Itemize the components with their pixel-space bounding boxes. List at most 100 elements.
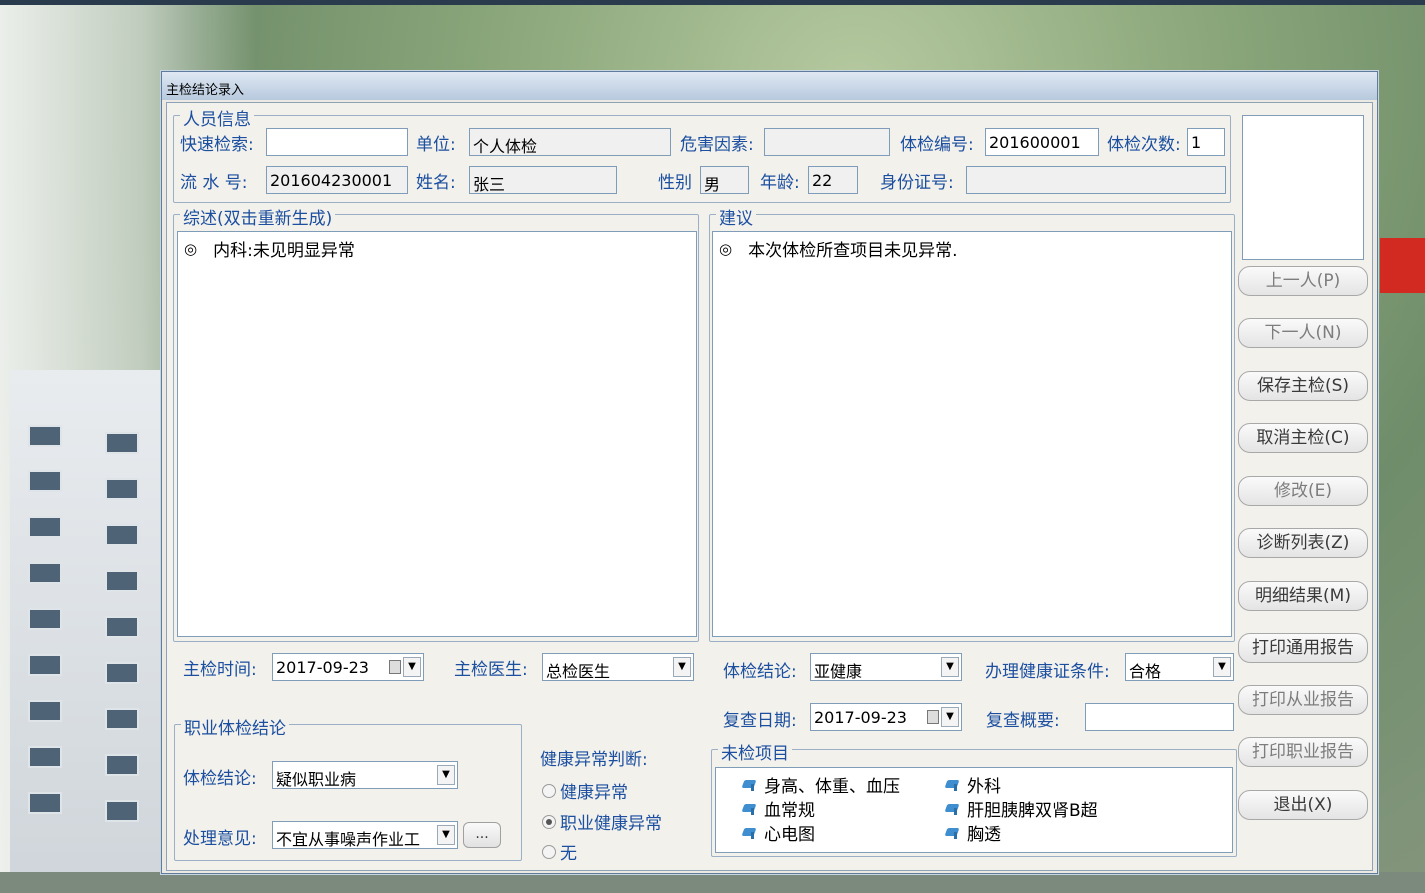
id-field[interactable] bbox=[966, 166, 1226, 194]
pending-item-label: 胸透 bbox=[967, 825, 1001, 845]
person-pointer-icon bbox=[742, 778, 760, 792]
opinion-select[interactable]: 不宜从事噪声作业工 ▼ bbox=[272, 821, 458, 849]
background-window bbox=[28, 608, 62, 630]
serial-field[interactable]: 201604230001 bbox=[266, 166, 408, 194]
radio-occupational-abnormal[interactable]: 职业健康异常 bbox=[542, 809, 662, 834]
opinion-value: 不宜从事噪声作业工 bbox=[276, 830, 421, 849]
window-title: 主检结论录入 bbox=[162, 72, 1377, 100]
calendar-icon bbox=[389, 660, 401, 674]
chevron-down-icon[interactable]: ▼ bbox=[941, 657, 959, 677]
conclusion-select[interactable]: 亚健康 ▼ bbox=[810, 653, 962, 681]
conclusion-label: 体检结论: bbox=[723, 662, 797, 682]
exam-time-value: 2017-09-23 bbox=[276, 658, 369, 677]
pending-item[interactable]: 外科 bbox=[945, 772, 1001, 797]
summary-textarea[interactable]: ◎ 内科:未见明显异常 bbox=[177, 231, 697, 637]
doctor-select[interactable]: 总检医生 ▼ bbox=[542, 653, 694, 681]
exam-time-picker[interactable]: 2017-09-23 ▼ bbox=[272, 653, 424, 681]
pending-item-label: 血常规 bbox=[764, 801, 815, 821]
recheck-summary-input[interactable] bbox=[1085, 703, 1234, 731]
recheck-date-picker[interactable]: 2017-09-23 ▼ bbox=[810, 703, 962, 731]
pending-item[interactable]: 血常规 bbox=[742, 796, 815, 821]
health-cert-select[interactable]: 合格 ▼ bbox=[1125, 653, 1234, 681]
advice-title: 建议 bbox=[716, 204, 756, 229]
recheck-date-value: 2017-09-23 bbox=[814, 708, 907, 727]
cancel-exam-button[interactable]: 取消主检(C) bbox=[1238, 423, 1368, 453]
chevron-down-icon[interactable]: ▼ bbox=[437, 825, 455, 845]
window-client-area: 人员信息 快速检索: 单位: 个人体检 危害因素: 体检编号: 20160000… bbox=[166, 102, 1373, 871]
background-window bbox=[28, 516, 62, 538]
chevron-down-icon[interactable]: ▼ bbox=[1213, 657, 1231, 677]
background-building bbox=[10, 370, 160, 890]
name-field[interactable]: 张三 bbox=[469, 166, 617, 194]
background-window bbox=[105, 662, 139, 684]
unit-field[interactable]: 个人体检 bbox=[469, 128, 671, 156]
pending-item[interactable]: 胸透 bbox=[945, 820, 1001, 845]
opinion-label: 处理意见: bbox=[183, 829, 257, 849]
pending-item[interactable]: 肝胆胰脾双肾B超 bbox=[945, 796, 1098, 821]
background-window bbox=[105, 754, 139, 776]
person-pointer-icon bbox=[945, 802, 963, 816]
save-exam-button[interactable]: 保存主检(S) bbox=[1238, 371, 1368, 401]
print-occupational-report-button[interactable]: 打印职业报告 bbox=[1238, 737, 1368, 767]
exam-time-label: 主检时间: bbox=[183, 660, 257, 680]
summary-title: 综述(双击重新生成) bbox=[180, 204, 336, 229]
background-logo-fragment bbox=[1380, 238, 1425, 293]
print-general-report-button[interactable]: 打印通用报告 bbox=[1238, 633, 1368, 663]
occupational-conclusion-select[interactable]: 疑似职业病 ▼ bbox=[272, 761, 458, 789]
age-field[interactable]: 22 bbox=[808, 166, 858, 194]
unit-label: 单位: bbox=[416, 135, 456, 155]
diagnosis-list-button[interactable]: 诊断列表(Z) bbox=[1238, 528, 1368, 558]
radio-none[interactable]: 无 bbox=[542, 839, 577, 864]
prev-person-button[interactable]: 上一人(P) bbox=[1238, 266, 1368, 296]
radio-label: 健康异常 bbox=[560, 783, 628, 803]
edit-button[interactable]: 修改(E) bbox=[1238, 476, 1368, 506]
recheck-summary-label: 复查概要: bbox=[986, 711, 1060, 731]
background-window bbox=[105, 478, 139, 500]
chevron-down-icon[interactable]: ▼ bbox=[437, 765, 455, 785]
exam-count-label: 体检次数: bbox=[1107, 135, 1181, 155]
radio-health-abnormal[interactable]: 健康异常 bbox=[542, 778, 628, 803]
pending-item[interactable]: 身高、体重、血压 bbox=[742, 772, 900, 797]
health-cert-value: 合格 bbox=[1129, 662, 1162, 681]
quick-search-input[interactable] bbox=[266, 128, 408, 156]
person-pointer-icon bbox=[742, 802, 760, 816]
background-window bbox=[105, 524, 139, 546]
recheck-date-label: 复查日期: bbox=[723, 711, 797, 731]
background-window bbox=[105, 800, 139, 822]
chevron-down-icon[interactable]: ▼ bbox=[403, 657, 421, 677]
exam-no-field[interactable]: 201600001 bbox=[985, 128, 1099, 156]
abnormal-label: 健康异常判断: bbox=[540, 750, 648, 770]
pending-items-list[interactable]: 身高、体重、血压 外科 血常规 肝胆胰脾双肾B超 心电图 胸透 bbox=[715, 767, 1233, 853]
radio-circle[interactable] bbox=[542, 844, 556, 859]
background-window bbox=[105, 432, 139, 454]
chevron-down-icon[interactable]: ▼ bbox=[673, 657, 691, 677]
top-strip bbox=[0, 0, 1425, 5]
person-pointer-icon bbox=[742, 826, 760, 840]
advice-textarea[interactable]: ◎ 本次体检所查项目未见异常. bbox=[712, 231, 1232, 637]
next-person-button[interactable]: 下一人(N) bbox=[1238, 318, 1368, 348]
occupational-conclusion-label: 体检结论: bbox=[183, 769, 257, 789]
detail-results-button[interactable]: 明细结果(M) bbox=[1238, 581, 1368, 611]
opinion-more-button[interactable]: ... bbox=[463, 822, 501, 848]
hazard-label: 危害因素: bbox=[680, 135, 754, 155]
radio-circle-selected[interactable] bbox=[542, 814, 556, 829]
background-window bbox=[105, 570, 139, 592]
exit-button[interactable]: 退出(X) bbox=[1238, 790, 1368, 820]
advice-bullet: ◎ bbox=[719, 239, 733, 258]
advice-line: ◎ 本次体检所查项目未见异常. bbox=[719, 236, 1225, 262]
person-info-title: 人员信息 bbox=[180, 105, 254, 130]
pending-item-label: 肝胆胰脾双肾B超 bbox=[967, 801, 1098, 821]
radio-label: 职业健康异常 bbox=[560, 814, 662, 834]
background-bottom bbox=[0, 872, 1425, 893]
chevron-down-icon[interactable]: ▼ bbox=[941, 707, 959, 727]
doctor-label: 主检医生: bbox=[454, 660, 528, 680]
exam-count-field[interactable]: 1 bbox=[1187, 128, 1225, 156]
exam-no-label: 体检编号: bbox=[900, 135, 974, 155]
hazard-field[interactable] bbox=[764, 128, 890, 156]
gender-field[interactable]: 男 bbox=[700, 166, 749, 194]
print-employment-report-button[interactable]: 打印从业报告 bbox=[1238, 685, 1368, 715]
name-label: 姓名: bbox=[416, 173, 456, 193]
radio-circle[interactable] bbox=[542, 783, 556, 798]
quick-search-label: 快速检索: bbox=[180, 135, 254, 155]
pending-item[interactable]: 心电图 bbox=[742, 820, 815, 845]
